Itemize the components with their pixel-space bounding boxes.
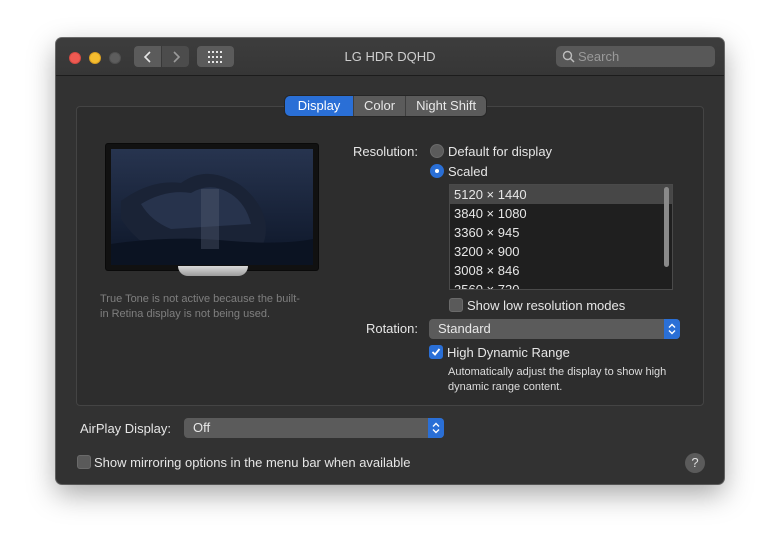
title-bar: LG HDR DQHD Search [56,38,724,76]
monitor-stand-base [178,266,248,276]
resolution-list-scrollbar[interactable] [662,187,670,267]
display-preview [106,144,318,270]
resolution-list-item[interactable]: 3360 × 945 [450,223,672,242]
rotation-popup[interactable]: Standard [429,319,680,339]
resolution-list-item[interactable]: 3008 × 846 [450,261,672,280]
search-icon [562,50,575,63]
low-res-label[interactable]: Show low resolution modes [467,298,625,313]
resolution-label: Resolution: [352,144,418,159]
true-tone-line-2: in Retina display is not being used. [100,308,270,320]
popup-arrows-icon [664,319,680,339]
preferences-window: LG HDR DQHD Search Display Color Night S… [56,38,724,484]
checkmark-icon [431,348,441,356]
search-field[interactable]: Search [556,46,715,67]
help-button[interactable]: ? [685,453,705,473]
hdr-description-line-2: dynamic range content. [448,381,563,393]
resolution-list-item[interactable]: 2560 × 720 [450,280,672,289]
popup-arrows-icon [428,418,444,438]
resolution-list-item[interactable]: 5120 × 1440 [450,185,672,204]
airplay-popup[interactable]: Off [184,418,444,438]
low-res-checkbox[interactable] [449,298,463,312]
hdr-description-line-1: Automatically adjust the display to show… [448,366,667,378]
hdr-checkbox[interactable] [429,345,443,359]
tab-color[interactable]: Color [353,96,406,116]
airplay-value: Off [193,420,211,435]
search-placeholder: Search [578,49,620,64]
desktop-wallpaper-preview [111,149,313,265]
hdr-label[interactable]: High Dynamic Range [447,345,570,360]
resolution-list[interactable]: 5120 × 1440 3840 × 1080 3360 × 945 3200 … [449,184,673,290]
mirroring-checkbox[interactable] [77,455,91,469]
tab-bar: Display Color Night Shift [285,96,487,116]
tab-display[interactable]: Display [285,96,353,116]
resolution-default-label[interactable]: Default for display [448,144,552,159]
airplay-label: AirPlay Display: [80,421,172,436]
rotation-label: Rotation: [365,321,418,336]
scrollbar-thumb[interactable] [664,187,669,267]
mirroring-label[interactable]: Show mirroring options in the menu bar w… [94,455,411,470]
hdr-description: Automatically adjust the display to show… [448,365,698,395]
resolution-list-item[interactable]: 3840 × 1080 [450,204,672,223]
true-tone-note: True Tone is not active because the buil… [100,292,330,322]
resolution-default-radio[interactable] [430,144,444,158]
true-tone-line-1: True Tone is not active because the buil… [100,293,300,305]
rotation-value: Standard [438,321,491,336]
tab-night-shift[interactable]: Night Shift [405,96,487,116]
resolution-list-item[interactable]: 3200 × 900 [450,242,672,261]
resolution-scaled-radio[interactable] [430,164,444,178]
resolution-scaled-label[interactable]: Scaled [448,164,488,179]
